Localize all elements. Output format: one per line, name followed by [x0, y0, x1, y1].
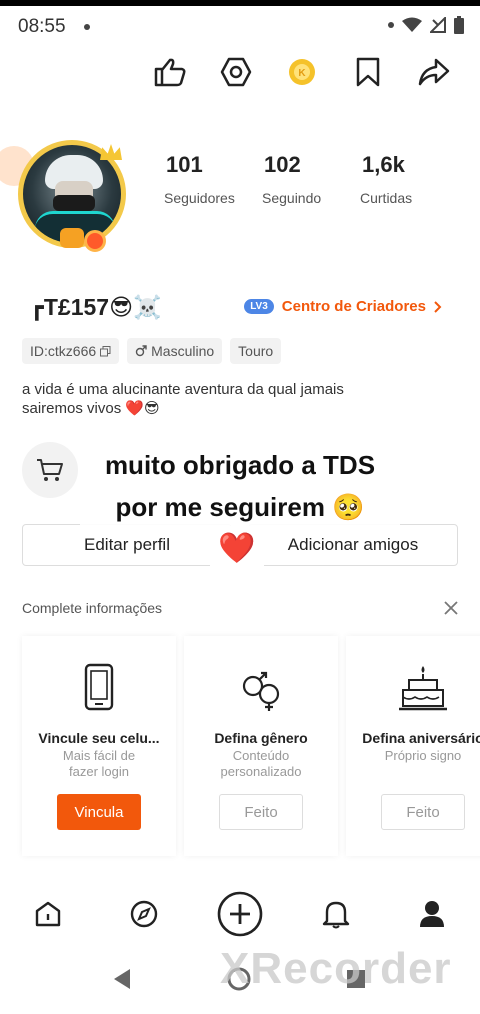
set-gender-done-button[interactable]: Feito	[219, 794, 303, 830]
stat-value: 1,6k	[362, 152, 405, 177]
thumbs-up-icon[interactable]	[150, 52, 190, 92]
svg-text:K: K	[298, 68, 306, 79]
card-subtitle: Próprio signo	[356, 748, 480, 764]
stat-label: Curtidas	[360, 190, 413, 206]
add-friends-button[interactable]: Adicionar amigos	[248, 524, 458, 566]
avatar-frame-flower-icon	[84, 230, 106, 252]
phone-icon	[73, 662, 125, 714]
profile-tags: ID:ctkz666 Masculino Touro	[22, 338, 282, 364]
stat-label: Seguidores	[164, 190, 235, 206]
share-icon[interactable]	[414, 52, 454, 92]
gender: Masculino	[151, 343, 215, 359]
cart-icon	[36, 458, 64, 482]
complete-info-header: Complete informações	[22, 600, 458, 616]
card-title: Defina gênero	[214, 730, 308, 746]
profile-bio: a vida é uma alucinante aventura da qual…	[22, 380, 382, 418]
edit-profile-button[interactable]: Editar perfil	[22, 524, 232, 566]
signal-icon	[430, 17, 446, 33]
bookmark-icon[interactable]	[348, 52, 388, 92]
status-bar: 08:55	[0, 6, 480, 48]
stat-label: Seguindo	[262, 190, 322, 206]
status-time: 08:55	[18, 16, 66, 37]
profile-header-actions: K	[150, 52, 454, 92]
battery-icon	[454, 16, 464, 34]
status-icons	[388, 16, 464, 34]
card-title: Defina aniversário	[362, 730, 480, 746]
nav-create[interactable]	[216, 890, 264, 938]
copy-icon	[100, 345, 111, 357]
notification-dot	[84, 24, 90, 30]
nav-notifications[interactable]	[312, 890, 360, 938]
avatar-frame-crown-icon	[100, 144, 122, 160]
tag-user-id[interactable]: ID:ctkz666	[22, 338, 120, 364]
tag-gender: Masculino	[127, 338, 223, 364]
username: ┏T£157😎☠️	[30, 294, 162, 320]
compass-icon	[129, 899, 159, 929]
video-caption-overlay: muito obrigado a TDS por me seguirem 🥺	[80, 444, 400, 528]
complete-info-cards: Vincule seu celu... Mais fácil de fazer …	[22, 636, 480, 856]
avatar[interactable]	[0, 136, 130, 252]
stat-value: 101	[166, 152, 203, 177]
caption-line: muito obrigado a TDS	[104, 450, 376, 480]
bio-line: sairemos vivos ❤️😎	[22, 400, 160, 417]
nav-profile[interactable]	[408, 890, 456, 938]
stat-followers[interactable]: 101 Seguidores	[160, 152, 258, 206]
creator-center-label: Centro de Criadores	[281, 298, 426, 315]
bottom-navigation	[0, 884, 480, 944]
heart-sticker: ❤️	[210, 526, 264, 570]
nav-discover[interactable]	[120, 890, 168, 938]
bio-line: a vida é uma alucinante aventura da qual…	[22, 381, 344, 398]
plus-circle-icon	[217, 891, 263, 937]
shop-button[interactable]	[22, 442, 78, 498]
close-icon[interactable]	[444, 601, 458, 615]
zodiac-sign: Touro	[238, 343, 274, 359]
gender-icon	[235, 662, 287, 714]
user-id: ID:ctkz666	[30, 343, 97, 359]
bell-icon	[322, 899, 350, 929]
card-link-phone[interactable]: Vincule seu celu... Mais fácil de fazer …	[22, 636, 176, 856]
complete-info-title: Complete informações	[22, 600, 163, 616]
avatar-frame-badge-icon	[60, 228, 84, 248]
wifi-icon	[402, 17, 422, 33]
card-subtitle-line: personalizado	[220, 764, 302, 779]
card-subtitle-line: Próprio signo	[384, 748, 462, 763]
caption-line: por me seguirem 🥺	[115, 492, 365, 522]
notification-dot-right	[388, 22, 394, 28]
chevron-right-icon	[434, 300, 442, 313]
level-badge: LV3	[244, 299, 274, 314]
recorder-watermark: XRecorder	[220, 944, 452, 993]
stat-following[interactable]: 102 Seguindo	[258, 152, 356, 206]
creator-center-link[interactable]: LV3 Centro de Criadores	[244, 298, 442, 315]
nav-home[interactable]	[24, 890, 72, 938]
coin-icon[interactable]: K	[282, 52, 322, 92]
card-title: Vincule seu celu...	[38, 730, 160, 746]
card-set-birthday[interactable]: Defina aniversário Próprio signo Feito	[346, 636, 480, 856]
tag-zodiac: Touro	[230, 338, 282, 364]
card-set-gender[interactable]: Defina gênero Conteúdo personalizado Fei…	[184, 636, 338, 856]
birthday-cake-icon	[397, 662, 449, 714]
back-triangle-icon[interactable]	[112, 968, 132, 990]
male-icon	[135, 345, 147, 357]
card-subtitle-line: fazer login	[69, 764, 129, 779]
set-birthday-done-button[interactable]: Feito	[381, 794, 465, 830]
stat-value: 102	[264, 152, 301, 177]
card-subtitle: Conteúdo personalizado	[194, 748, 328, 780]
settings-hexagon-icon[interactable]	[216, 52, 256, 92]
card-subtitle: Mais fácil de fazer login	[32, 748, 166, 780]
stat-likes[interactable]: 1,6k Curtidas	[356, 152, 454, 206]
profile-person-icon	[419, 900, 445, 928]
home-icon	[34, 900, 62, 928]
card-subtitle-line: Mais fácil de	[62, 748, 136, 763]
profile-stats: 101 Seguidores 102 Seguindo 1,6k Curtida…	[160, 152, 454, 206]
card-subtitle-line: Conteúdo	[232, 748, 290, 763]
link-phone-button[interactable]: Vincula	[57, 794, 141, 830]
